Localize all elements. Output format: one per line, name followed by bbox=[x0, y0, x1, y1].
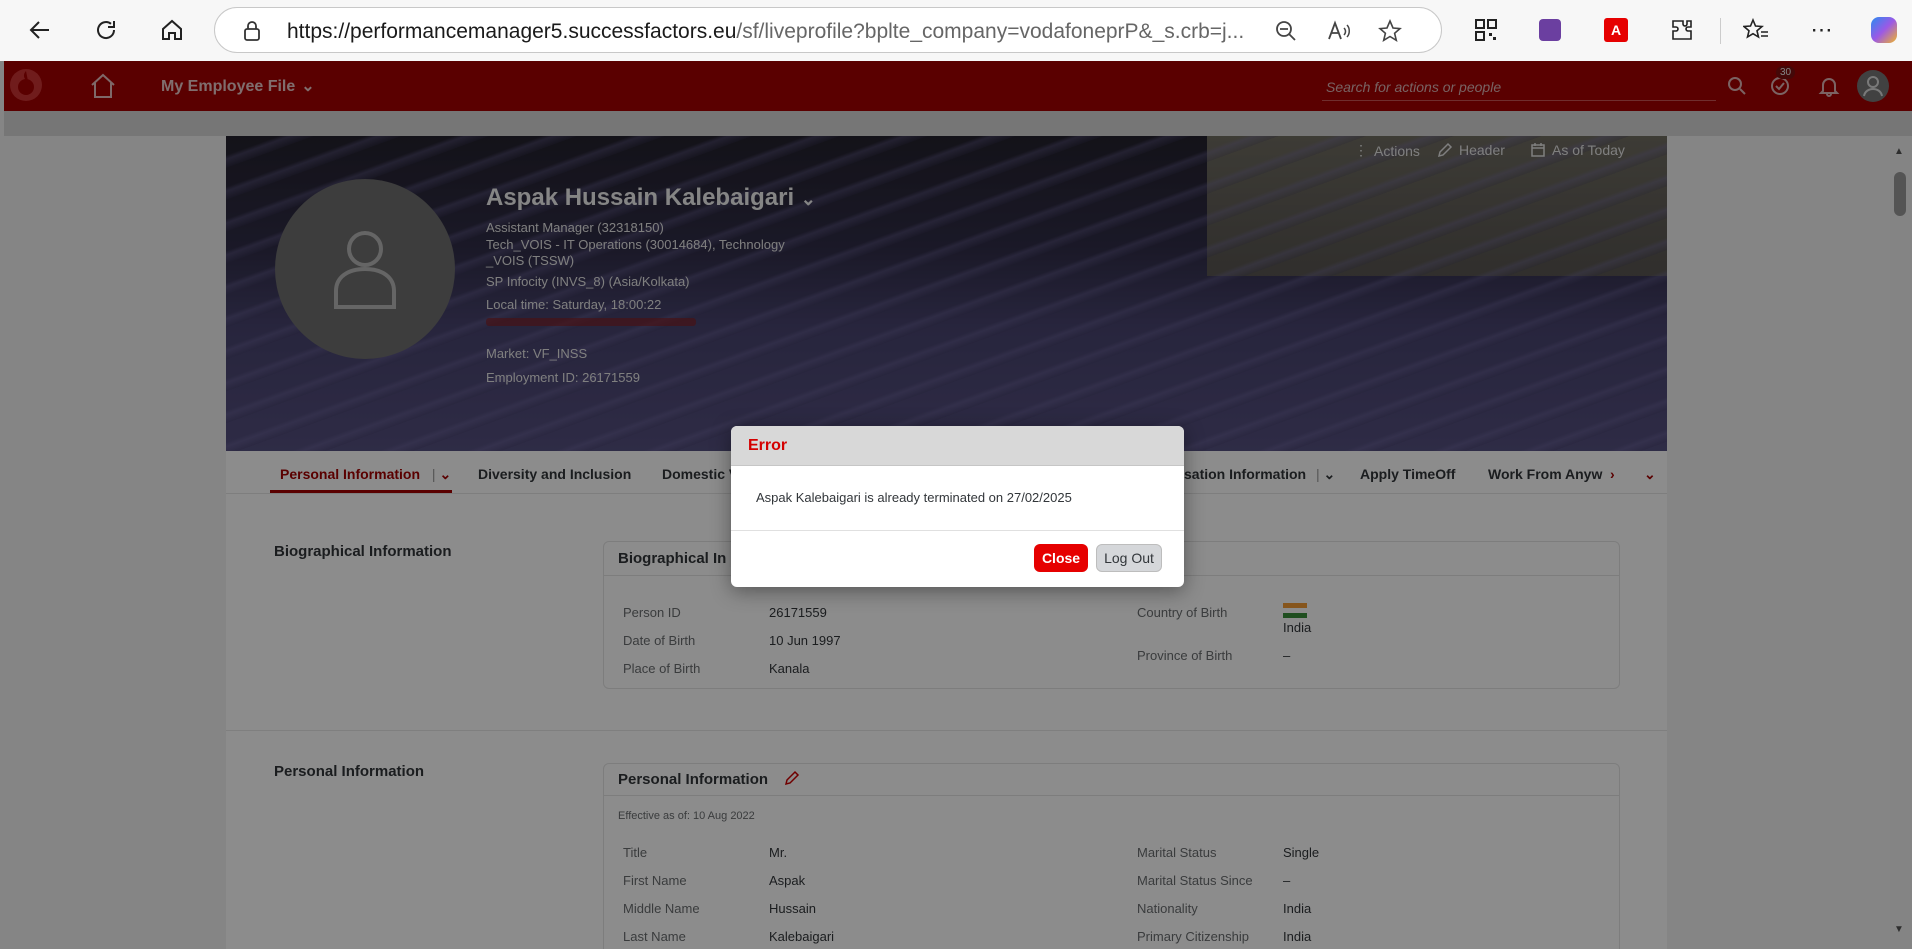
error-dialog: Error Aspak Kalebaigari is already termi… bbox=[731, 426, 1184, 587]
dialog-title: Error bbox=[748, 437, 788, 454]
dialog-header bbox=[731, 426, 1184, 466]
more-options-icon[interactable]: ⋯ bbox=[1808, 16, 1836, 44]
toolbar-divider bbox=[1720, 18, 1721, 44]
close-button[interactable]: Close bbox=[1034, 544, 1088, 572]
lock-icon[interactable] bbox=[239, 18, 265, 44]
read-aloud-icon[interactable] bbox=[1326, 18, 1352, 44]
back-icon[interactable] bbox=[24, 14, 56, 46]
copilot-icon[interactable] bbox=[1870, 16, 1898, 44]
zoom-out-icon[interactable] bbox=[1273, 18, 1299, 44]
browser-toolbar: https://performancemanager5.successfacto… bbox=[0, 0, 1912, 61]
favorites-icon[interactable] bbox=[1742, 16, 1770, 44]
extension-purple-icon[interactable] bbox=[1536, 16, 1564, 44]
logout-button[interactable]: Log Out bbox=[1096, 544, 1162, 572]
dialog-message: Aspak Kalebaigari is already terminated … bbox=[756, 490, 1072, 505]
address-bar[interactable]: https://performancemanager5.successfacto… bbox=[214, 7, 1442, 53]
extensions-icon[interactable] bbox=[1668, 16, 1696, 44]
qr-code-icon[interactable] bbox=[1472, 16, 1500, 44]
favorite-star-icon[interactable] bbox=[1377, 18, 1403, 44]
url-text[interactable]: https://performancemanager5.successfacto… bbox=[287, 20, 1244, 44]
home-icon[interactable] bbox=[156, 14, 188, 46]
adobe-acrobat-icon[interactable]: A bbox=[1602, 16, 1630, 44]
refresh-icon[interactable] bbox=[90, 14, 122, 46]
